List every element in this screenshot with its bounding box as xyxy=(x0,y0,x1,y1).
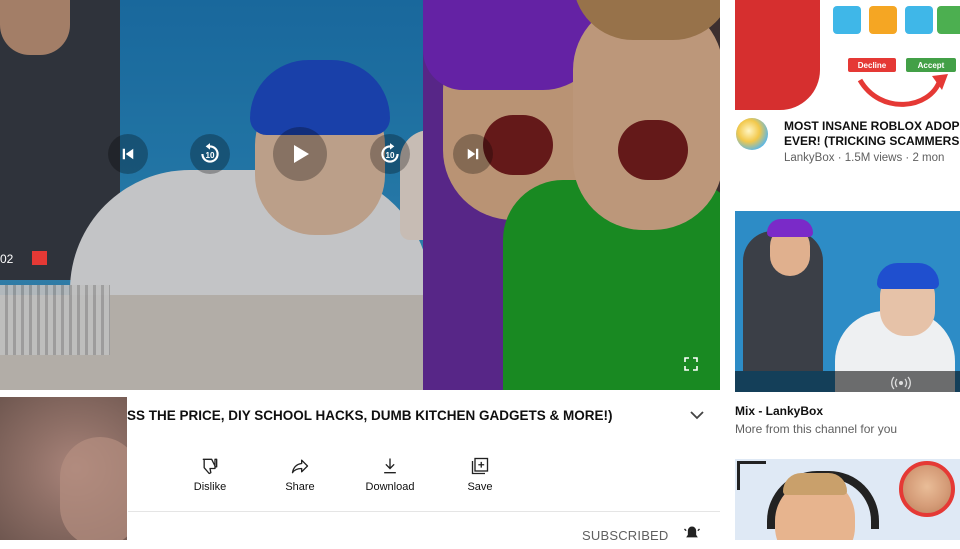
mix-bar xyxy=(735,371,960,392)
video-title[interactable]: ESS THE PRICE, DIY SCHOOL HACKS, DUMB KI… xyxy=(118,408,613,423)
trade-item xyxy=(833,6,861,34)
add-to-playlist-icon xyxy=(471,457,489,475)
download-label: Download xyxy=(365,481,415,493)
divider xyxy=(128,511,720,512)
svg-text:10: 10 xyxy=(385,151,395,160)
expand-description-button[interactable] xyxy=(688,408,708,424)
fullscreen-icon xyxy=(684,357,698,371)
mini-player-overlay[interactable] xyxy=(0,397,127,540)
red-indicator xyxy=(32,251,47,265)
dislike-button[interactable]: Dislike xyxy=(170,456,250,493)
share-button[interactable]: Share xyxy=(260,456,340,493)
trade-item xyxy=(937,6,960,34)
recommendation-thumbnail-3[interactable] xyxy=(735,459,960,540)
trade-item xyxy=(905,6,933,34)
recommendation-title-line2: EVER! (TRICKING SCAMMERS xyxy=(784,134,960,148)
trade-item xyxy=(869,6,897,34)
forward-10-icon: 10 xyxy=(381,143,399,163)
circled-face xyxy=(899,461,955,517)
skip-previous-icon xyxy=(122,148,134,160)
red-arrow-icon xyxy=(857,74,948,107)
notification-bell-button[interactable] xyxy=(682,524,702,544)
mix-subtitle: More from this channel for you xyxy=(735,422,898,436)
recommendation-thumbnail-2[interactable] xyxy=(735,211,960,392)
subscribed-button[interactable]: SUBSCRIBED xyxy=(582,528,669,543)
thumb-hair xyxy=(767,219,813,237)
download-button[interactable]: Download xyxy=(350,456,430,493)
forward-10-button[interactable]: 10 xyxy=(370,134,410,174)
mix-radio-icon xyxy=(891,376,911,390)
channel-avatar[interactable] xyxy=(736,118,768,150)
share-icon xyxy=(291,459,309,474)
time-display: 02 xyxy=(0,252,14,266)
mix-title[interactable]: Mix - LankyBox xyxy=(735,404,823,418)
recommendation-meta: LankyBox · 1.5M views · 2 mon xyxy=(784,152,945,164)
thumb-hair xyxy=(783,473,847,495)
share-label: Share xyxy=(285,481,315,493)
fullscreen-button[interactable] xyxy=(682,355,700,373)
rewind-10-button[interactable]: 10 xyxy=(190,134,230,174)
recommendation-title-line1: MOST INSANE ROBLOX ADOP xyxy=(784,119,960,133)
download-icon xyxy=(384,458,396,474)
thumbs-down-icon xyxy=(202,458,218,475)
mini-player-content xyxy=(60,437,127,540)
save-button[interactable]: Save xyxy=(440,456,520,493)
video-player[interactable]: 10 10 02 xyxy=(0,0,720,390)
play-button[interactable] xyxy=(273,127,327,181)
skip-next-button[interactable] xyxy=(453,134,493,174)
thumb-hair xyxy=(877,263,939,289)
sonic-figure xyxy=(735,0,820,110)
play-icon xyxy=(294,145,309,163)
skip-next-icon xyxy=(467,148,479,160)
skip-previous-button[interactable] xyxy=(108,134,148,174)
save-label: Save xyxy=(467,481,493,493)
dislike-label: Dislike xyxy=(193,481,227,493)
recommendation-title[interactable]: MOST INSANE ROBLOX ADOP EVER! (TRICKING … xyxy=(784,119,960,149)
bell-ringing-icon xyxy=(684,526,700,538)
player-overlay xyxy=(0,0,720,390)
chevron-down-icon xyxy=(690,411,704,420)
corner-bracket xyxy=(737,461,766,490)
replay-10-icon: 10 xyxy=(201,143,219,163)
svg-text:10: 10 xyxy=(205,151,215,160)
